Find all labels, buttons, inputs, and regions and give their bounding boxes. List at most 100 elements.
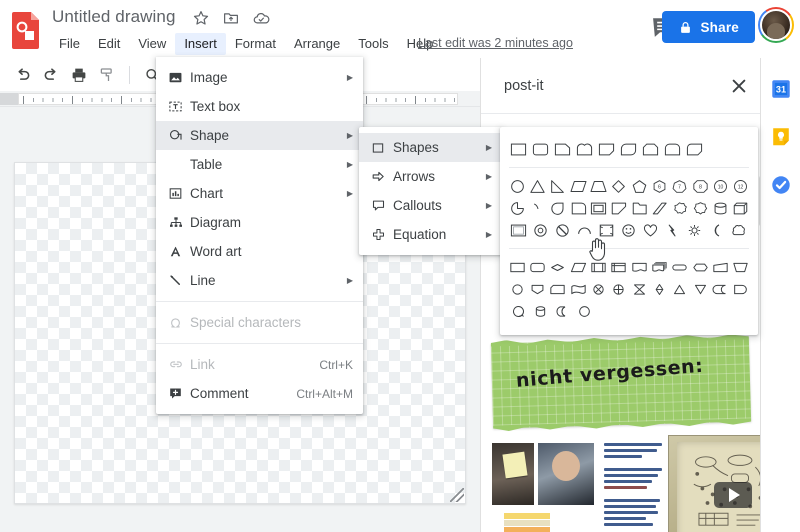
shape-snip-single-corner-rectangle[interactable] (551, 138, 573, 160)
shape-flowchart-sort[interactable] (649, 278, 669, 300)
shape-half-frame[interactable] (568, 197, 588, 219)
shape-donut[interactable] (529, 219, 551, 241)
shape-pentagon[interactable] (629, 175, 649, 197)
shape-no-symbol[interactable] (551, 219, 573, 241)
menu-arrange[interactable]: Arrange (285, 33, 349, 55)
shape-folded-corner[interactable] (629, 197, 649, 219)
shape-cloud[interactable] (727, 219, 749, 241)
shape-flowchart-manual-input[interactable] (710, 256, 730, 278)
shape-submenu-item-arrows[interactable]: Arrows ▶ (359, 162, 502, 191)
shape-flowchart-data[interactable] (568, 256, 588, 278)
shape-round-diagonal-corner-rectangle[interactable] (617, 138, 639, 160)
shape-sun[interactable] (683, 219, 705, 241)
shape-flowchart-card[interactable] (548, 278, 568, 300)
star-icon[interactable] (192, 9, 210, 27)
redo-button[interactable] (38, 62, 64, 88)
shape-rounded-rectangle[interactable] (529, 138, 551, 160)
shape-flowchart-stored-data[interactable] (710, 278, 730, 300)
shape-teardrop[interactable] (548, 197, 568, 219)
menu-edit[interactable]: Edit (89, 33, 129, 55)
shape-hexagon[interactable]: 6 (649, 175, 669, 197)
insert-menu-item-image[interactable]: Image ▶ (156, 63, 363, 92)
shape-pie[interactable] (507, 197, 527, 219)
shape-submenu-item-equation[interactable]: Equation ▶ (359, 220, 502, 249)
shape-flowchart-delay[interactable] (731, 278, 751, 300)
paint-format-button[interactable] (94, 62, 120, 88)
cloud-saved-icon[interactable] (252, 9, 270, 27)
shape-chord[interactable] (527, 197, 547, 219)
insert-menu-item-text-box[interactable]: Text box (156, 92, 363, 121)
menu-format[interactable]: Format (226, 33, 285, 55)
play-button-icon[interactable] (714, 482, 752, 508)
shape-flowchart-direct-access-storage[interactable] (551, 300, 573, 322)
shape-flowchart-display[interactable] (573, 300, 595, 322)
shape-flowchart-connector[interactable] (507, 278, 527, 300)
shape-round-single-corner-rectangle-top[interactable] (573, 138, 595, 160)
shape-cylinder[interactable] (710, 197, 730, 219)
shape-plaque[interactable] (595, 219, 617, 241)
move-to-folder-icon[interactable] (222, 9, 240, 27)
insert-menu-item-diagram[interactable]: Diagram (156, 208, 363, 237)
shape-flowchart-manual-operation[interactable] (731, 256, 751, 278)
shape-diagonal-stripe[interactable] (649, 197, 669, 219)
shape-snip-diagonal-corner-rectangle[interactable] (595, 138, 617, 160)
shape-flowchart-sequential-access-storage[interactable] (507, 300, 529, 322)
shape-octagon[interactable]: 8 (690, 175, 710, 197)
google-tasks-icon[interactable] (770, 174, 792, 196)
shape-heptagon[interactable]: 7 (670, 175, 690, 197)
shape-flowchart-document[interactable] (629, 256, 649, 278)
shape-frame[interactable] (588, 197, 608, 219)
insert-menu-item-table[interactable]: Table ▶ (156, 150, 363, 179)
shape-lightning-bolt[interactable] (661, 219, 683, 241)
share-button[interactable]: Share (662, 11, 755, 43)
menu-insert[interactable]: Insert (175, 33, 226, 55)
shape-l-shape[interactable] (609, 197, 629, 219)
search-input[interactable] (502, 76, 712, 95)
google-calendar-icon[interactable]: 31 (770, 78, 792, 100)
insert-menu-item-shape[interactable]: Shape ▶ (156, 121, 363, 150)
shape-triangle[interactable] (527, 175, 547, 197)
shape-flowchart-extract[interactable] (670, 278, 690, 300)
shape-smiley-face[interactable] (617, 219, 639, 241)
shape-submenu-item-callouts[interactable]: Callouts ▶ (359, 191, 502, 220)
shape-snip-same-side-corner-rectangle[interactable] (639, 138, 661, 160)
shape-decagon[interactable]: 10 (710, 175, 730, 197)
shape-flowchart-collate[interactable] (629, 278, 649, 300)
shape-rectangle[interactable] (507, 138, 529, 160)
shape-right-triangle[interactable] (548, 175, 568, 197)
shape-seal-7[interactable] (690, 197, 710, 219)
shape-flowchart-process[interactable] (507, 256, 527, 278)
shape-flowchart-preparation[interactable] (690, 256, 710, 278)
shape-heart[interactable] (639, 219, 661, 241)
shape-diamond[interactable] (609, 175, 629, 197)
post-it-note-image[interactable]: nicht vergessen: (490, 336, 752, 429)
search-result-thumbnail[interactable]: com (492, 435, 798, 532)
canvas-resize-handle[interactable] (450, 488, 464, 502)
insert-menu-item-comment[interactable]: Comment Ctrl+Alt+M (156, 379, 363, 408)
menu-view[interactable]: View (129, 33, 175, 55)
shape-ellipse[interactable] (507, 175, 527, 197)
print-button[interactable] (66, 62, 92, 88)
shape-parallelogram[interactable] (568, 175, 588, 197)
menu-file[interactable]: File (50, 33, 89, 55)
shape-trapezoid[interactable] (588, 175, 608, 197)
insert-menu-item-chart[interactable]: Chart ▶ (156, 179, 363, 208)
shape-flowchart-merge[interactable] (690, 278, 710, 300)
shape-arc[interactable] (573, 219, 595, 241)
undo-button[interactable] (10, 62, 36, 88)
shape-flowchart-alternate-process[interactable] (527, 256, 547, 278)
shape-dodecagon[interactable]: 12 (731, 175, 751, 197)
last-edit-status[interactable]: Last edit was 2 minutes ago (418, 36, 573, 50)
shape-moon[interactable] (705, 219, 727, 241)
shape-flowchart-or[interactable] (609, 278, 629, 300)
shape-flowchart-magnetic-disk[interactable] (529, 300, 551, 322)
shape-bevel[interactable] (507, 219, 529, 241)
shape-flowchart-multidocument[interactable] (649, 256, 669, 278)
shape-snip-and-round-single-corner-rectangle[interactable] (683, 138, 705, 160)
google-drawings-logo[interactable] (8, 10, 44, 50)
shape-flowchart-summing-junction[interactable] (588, 278, 608, 300)
shape-flowchart-predefined-process[interactable] (588, 256, 608, 278)
shape-flowchart-off-page-connector[interactable] (527, 278, 547, 300)
shape-flowchart-punched-tape[interactable] (568, 278, 588, 300)
menu-tools[interactable]: Tools (349, 33, 397, 55)
